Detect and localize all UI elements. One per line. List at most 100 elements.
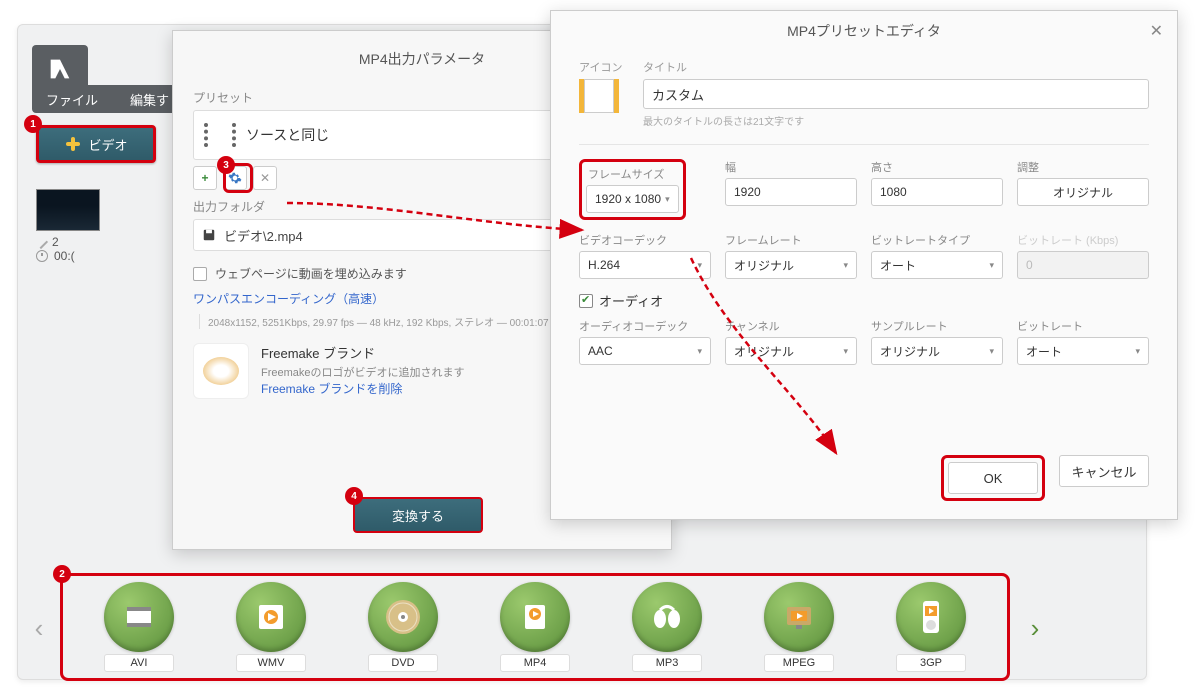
abitrate-select[interactable]: オート: [1017, 337, 1149, 365]
title-input[interactable]: [643, 79, 1149, 109]
fmt-label: 3GP: [896, 654, 966, 672]
file-item[interactable]: 2 00:(: [36, 189, 166, 259]
ok-highlight: OK: [941, 455, 1045, 501]
embed-label: ウェブページに動画を埋め込みます: [215, 265, 407, 282]
video-button-label: ビデオ: [88, 135, 127, 154]
format-mp4[interactable]: MP4: [500, 582, 570, 672]
preset-delete-button[interactable]: ✕: [253, 166, 277, 190]
vcodec-label: ビデオコーデック: [579, 232, 711, 248]
badge-3: 3: [217, 156, 235, 174]
3gp-icon: [913, 597, 949, 637]
srate-value: オリジナル: [880, 343, 940, 360]
fmt-label: MP4: [500, 654, 570, 672]
badge-4: 4: [345, 487, 363, 505]
menu-file[interactable]: ファイル: [46, 90, 98, 109]
preset-main-text: ソースと同じ: [246, 125, 590, 145]
channels-label: チャンネル: [725, 318, 857, 334]
file-count: 2: [52, 235, 59, 249]
bitrate-label: ビットレート (Kbps): [1017, 232, 1149, 248]
icon-label: アイコン: [579, 59, 627, 75]
badge-1: 1: [24, 115, 42, 133]
brand-title: Freemake ブランド: [261, 343, 465, 362]
format-row: AVI WMV DVD MP4 MP3 MPEG 3GP: [60, 573, 1010, 681]
title-label: タイトル: [643, 59, 1149, 75]
dialog2-title: MP4プリセットエディタ: [787, 21, 941, 41]
app-logo-icon: [46, 55, 74, 83]
fmt-label: MPEG: [764, 654, 834, 672]
acodec-label: オーディオコーデック: [579, 318, 711, 334]
bitrate-input: 0: [1017, 251, 1149, 279]
pencil-icon: [34, 235, 48, 249]
frame-size-select[interactable]: 1920 x 1080: [586, 185, 679, 213]
plus-icon: [64, 135, 82, 153]
abitrate-label: ビットレート: [1017, 318, 1149, 334]
fmt-label: AVI: [104, 654, 174, 672]
frame-size-label: フレームサイズ: [588, 166, 679, 182]
ok-button[interactable]: OK: [948, 462, 1038, 494]
encoding-link[interactable]: ワンパスエンコーディング（高速）: [193, 292, 384, 306]
fmt-label: MP3: [632, 654, 702, 672]
format-dvd[interactable]: DVD: [368, 582, 438, 672]
format-3gp[interactable]: 3GP: [896, 582, 966, 672]
format-avi[interactable]: AVI: [104, 582, 174, 672]
preset-icon[interactable]: [579, 79, 619, 113]
avi-icon: [121, 599, 157, 635]
framerate-select[interactable]: オリジナル: [725, 251, 857, 279]
formats-nav-right[interactable]: ›: [1024, 610, 1046, 646]
channels-value: オリジナル: [734, 343, 794, 360]
file-time: 00:(: [54, 249, 75, 263]
fmt-label: WMV: [236, 654, 306, 672]
srate-select[interactable]: オリジナル: [871, 337, 1003, 365]
formats-nav-left[interactable]: ‹: [28, 610, 50, 646]
dialog2-close-button[interactable]: ✕: [1150, 21, 1163, 41]
brtype-value: オート: [880, 257, 916, 274]
audio-checkbox-row[interactable]: オーディオ: [579, 291, 1149, 310]
height-label: 高さ: [871, 159, 1003, 175]
brand-icon: [193, 343, 249, 399]
framerate-label: フレームレート: [725, 232, 857, 248]
vcodec-select[interactable]: H.264: [579, 251, 711, 279]
dvd-icon: [382, 596, 424, 638]
abitrate-value: オート: [1026, 343, 1062, 360]
brtype-label: ビットレートタイプ: [871, 232, 1003, 248]
save-icon: [202, 228, 216, 242]
srate-label: サンプルレート: [871, 318, 1003, 334]
audio-checkbox[interactable]: [579, 294, 593, 308]
mpeg-icon: [779, 597, 819, 637]
brtype-select[interactable]: オート: [871, 251, 1003, 279]
badge-2: 2: [53, 565, 71, 583]
film-icon: [204, 123, 236, 147]
frame-size-value: 1920 x 1080: [595, 192, 661, 206]
title-hint: 最大のタイトルの長さは21文字です: [643, 113, 1149, 128]
width-label: 幅: [725, 159, 857, 175]
acodec-select[interactable]: AAC: [579, 337, 711, 365]
menu-edit[interactable]: 編集す: [130, 90, 169, 109]
output-folder-text: ビデオ\2.mp4: [224, 226, 303, 245]
mp4-icon: [517, 599, 553, 635]
preset-editor-dialog: MP4プリセットエディタ ✕ アイコン タイトル 最大のタイトルの長さは21文字…: [550, 10, 1178, 520]
acodec-value: AAC: [588, 344, 613, 358]
format-mpeg[interactable]: MPEG: [764, 582, 834, 672]
thumbnail: [36, 189, 100, 231]
wmv-icon: [253, 599, 289, 635]
fmt-label: DVD: [368, 654, 438, 672]
audio-label: オーディオ: [599, 291, 663, 310]
embed-checkbox[interactable]: [193, 267, 207, 281]
format-mp3[interactable]: MP3: [632, 582, 702, 672]
dialog2-titlebar: MP4プリセットエディタ ✕: [551, 11, 1177, 51]
mp3-icon: [647, 597, 687, 637]
format-wmv[interactable]: WMV: [236, 582, 306, 672]
adjust-button[interactable]: オリジナル: [1017, 178, 1149, 206]
vcodec-value: H.264: [588, 258, 620, 272]
preset-add-button[interactable]: +: [193, 166, 217, 190]
clock-icon: [36, 250, 48, 262]
brand-desc: Freemakeのロゴがビデオに追加されます: [261, 364, 465, 380]
convert-button[interactable]: 変換する: [353, 497, 483, 533]
add-video-button[interactable]: ビデオ: [36, 125, 156, 163]
width-input[interactable]: 1920: [725, 178, 857, 206]
cancel-button[interactable]: キャンセル: [1059, 455, 1149, 487]
channels-select[interactable]: オリジナル: [725, 337, 857, 365]
brand-remove-link[interactable]: Freemake ブランドを削除: [261, 382, 402, 396]
framerate-value: オリジナル: [734, 257, 794, 274]
height-input[interactable]: 1080: [871, 178, 1003, 206]
